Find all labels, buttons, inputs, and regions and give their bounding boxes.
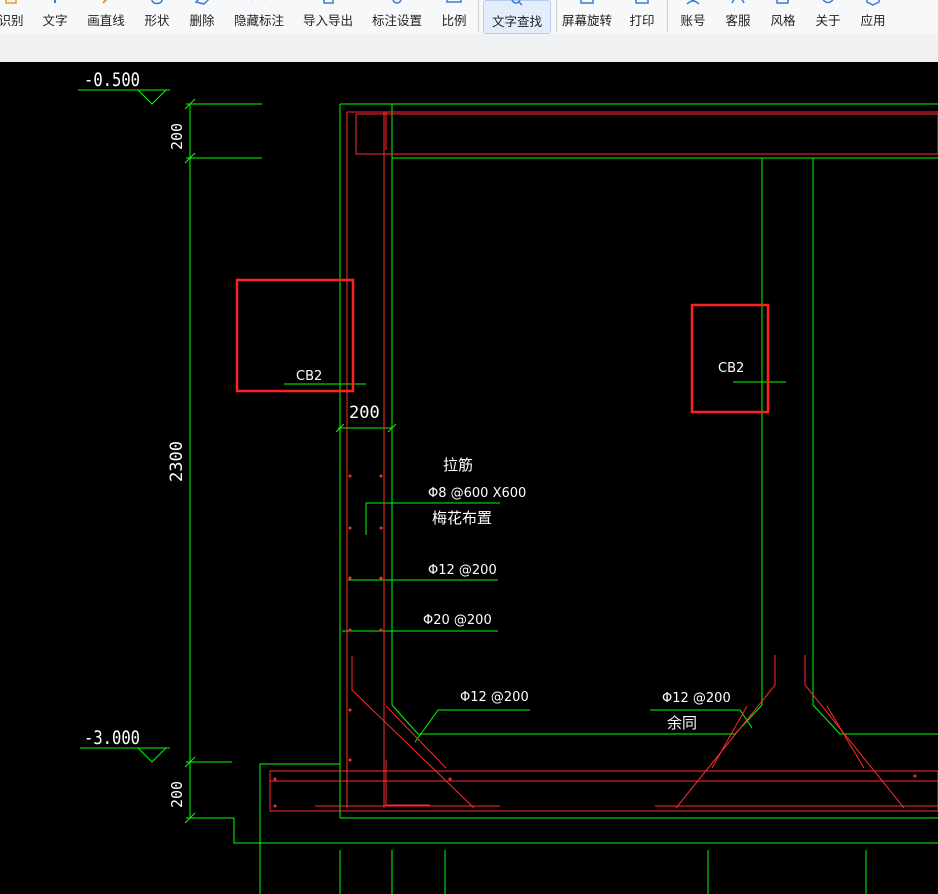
toolbar-button-about[interactable]: 关于 [811, 0, 845, 34]
toolbar-label: 文字查找 [491, 14, 542, 29]
elevation-top-label: -0.500 [84, 69, 140, 91]
style-edit-icon [774, 0, 792, 8]
cad-canvas[interactable]: -0.500 -3.000 200 2300 200 200 CB2 CB2 拉… [0, 62, 938, 894]
toolbar-label: 文字 [42, 13, 68, 28]
toolbar-label: 形状 [144, 13, 170, 28]
toolbar-label: 隐藏标注 [233, 13, 284, 28]
rotate-screen-icon [578, 0, 596, 8]
toolbar-button-scale[interactable]: 比例 [437, 0, 471, 34]
import-export-icon [319, 0, 337, 8]
tie-marks [273, 474, 917, 808]
pencil-line-icon [97, 0, 115, 8]
toolbar-label: 画直线 [87, 13, 125, 28]
toolbar-separator [667, 0, 668, 32]
search-icon [508, 0, 526, 9]
toolbar-button-rotate-screen[interactable]: 屏幕旋转 [559, 0, 615, 34]
toolbar-button-hide-annotations[interactable]: 隐藏标注 [231, 0, 287, 34]
info-icon [819, 0, 837, 8]
user-icon [684, 0, 702, 8]
ruler-icon [445, 0, 463, 8]
tie-bar-spec: Φ8 @600 X600 [428, 486, 526, 501]
toolbar-button-account[interactable]: 账号 [676, 0, 710, 34]
elevation-bottom-label: -3.000 [84, 727, 140, 749]
toolbar-separator [478, 0, 479, 32]
rebar-lines [269, 111, 938, 812]
dimension-bottom-label: 200 [168, 781, 186, 808]
dimension-wall-label: 200 [349, 403, 380, 423]
toolbar-button-shape[interactable]: 形状 [140, 0, 174, 34]
tie-bar-layout: 梅花布置 [432, 509, 492, 527]
toolbar-label: 删除 [189, 13, 215, 28]
toolbar-label: 账号 [680, 13, 706, 28]
toolbar-label: 屏幕旋转 [561, 13, 612, 28]
toolbar-button-print[interactable]: 打印 [625, 0, 659, 34]
dimension-top-label: 200 [168, 123, 186, 150]
toolbar-button-customer-service[interactable]: 客服 [721, 0, 755, 34]
toolbar-button-recognize[interactable]: 识别 [0, 0, 28, 34]
toolbar-label: 识别 [0, 13, 24, 28]
toolbar-label: 打印 [629, 13, 655, 28]
toolbar-button-text-search[interactable]: 文字查找 [483, 0, 551, 34]
toolbar-label: 客服 [725, 13, 751, 28]
headset-icon [729, 0, 747, 8]
toolbar-separator [556, 0, 557, 32]
toolbar-label: 标注设置 [371, 13, 422, 28]
settings-icon [388, 0, 406, 8]
cb2-label-right: CB2 [718, 361, 744, 376]
shape-icon [148, 0, 166, 8]
toolbar-button-draw-line[interactable]: 画直线 [83, 0, 129, 34]
toolbar-button-delete[interactable]: 删除 [185, 0, 219, 34]
eraser-icon [193, 0, 211, 8]
toolbar-button-style[interactable]: 风格 [766, 0, 800, 34]
rebar-note-2: Φ20 @200 [423, 613, 492, 628]
cb2-label-left: CB2 [296, 369, 322, 384]
app-box-icon [864, 0, 882, 8]
toolbar-label: 关于 [815, 13, 841, 28]
highlight-box-cb2-right[interactable] [690, 303, 770, 414]
highlight-box-cb2-left[interactable] [235, 278, 355, 393]
rebar-note-4: Φ12 @200 [662, 691, 731, 706]
toolbar-button-apps[interactable]: 应用 [856, 0, 890, 34]
toolbar: 识别 文字 画直线 形状 删除 隐藏标注 导入导出 标注设置 比例 文字查找 屏… [0, 0, 938, 34]
tie-bar-note: 拉筋 [443, 456, 473, 474]
toolbar-button-text[interactable]: 文字 [38, 0, 72, 34]
eye-icon [250, 0, 268, 8]
rebar-note-1: Φ12 @200 [428, 563, 497, 578]
toolbar-label: 风格 [770, 13, 796, 28]
printer-icon [633, 0, 651, 8]
rebar-note-3: Φ12 @200 [460, 690, 529, 705]
toolbar-label: 比例 [441, 13, 467, 28]
dimension-mid-label: 2300 [167, 441, 187, 482]
toolbar-label: 应用 [860, 13, 886, 28]
toolbar-secondary-strip [0, 34, 938, 63]
toolbar-button-import-export[interactable]: 导入导出 [300, 0, 356, 34]
toolbar-button-annotation-settings[interactable]: 标注设置 [369, 0, 425, 34]
recognize-icon [2, 0, 20, 8]
toolbar-label: 导入导出 [302, 13, 353, 28]
rebar-note-4-sub: 余同 [667, 714, 697, 732]
text-icon [46, 0, 64, 8]
